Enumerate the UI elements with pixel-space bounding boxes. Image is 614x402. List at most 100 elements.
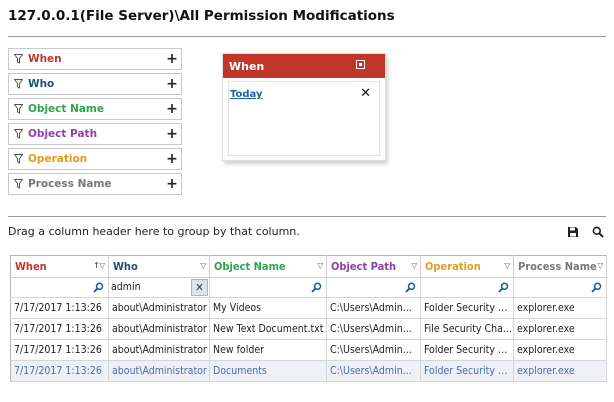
column-label: Operation [425,260,481,273]
cell-operation: Folder Security C... [420,339,514,361]
cell-object-path: C:\Users\Admin... [326,318,421,340]
filter-icon[interactable]: ▽ [200,261,206,270]
cell-when: 7/17/2017 1:13:26 [10,339,109,361]
cell-object-path: C:\Users\Admin... [326,297,421,319]
cell-object-name: New folder [209,339,327,361]
cell-process-name: explorer.exe [513,339,607,361]
filter-label: Process Name [28,178,112,190]
filter-icon[interactable]: ▽ [317,261,323,270]
filter-cell[interactable] [420,277,514,298]
filter-icon[interactable]: ▽ [597,261,603,270]
filter-cell[interactable] [10,277,109,298]
panel-header: When [223,54,385,78]
add-filter-icon[interactable]: + [163,127,181,141]
filter-label: Operation [28,153,88,165]
filter-cell-who[interactable]: admin ✕ [108,277,210,298]
who-filter-value[interactable]: admin [111,281,141,293]
filter-object-path[interactable]: Object Path + [8,123,182,145]
filter-process-name[interactable]: Process Name + [8,173,182,195]
add-filter-icon[interactable]: + [163,152,181,166]
title-divider [8,36,606,37]
column-header-when[interactable]: When ↑▽ [10,255,109,278]
column-label: When [15,260,47,273]
filter-cell[interactable] [513,277,607,298]
search-icon[interactable] [405,282,416,296]
cell-object-path: C:\Users\Admin... [326,360,421,382]
funnel-icon [14,179,23,189]
filter-object-name[interactable]: Object Name + [8,98,182,120]
save-icon[interactable] [567,226,579,241]
events-grid: When ↑▽ Who ▽ Object Name ▽ Object Path ▽ Op… [10,255,607,382]
column-header-object-name[interactable]: Object Name ▽ [209,255,327,278]
section-divider [8,216,606,217]
column-header-process-name[interactable]: Process Name ▽ [513,255,607,278]
cell-object-path: C:\Users\Admin... [326,339,421,361]
cell-object-name: Documents [209,360,327,382]
cell-operation: Folder Security C... [420,297,514,319]
search-icon[interactable] [498,282,509,296]
table-row-selected[interactable]: 7/17/2017 1:13:26 about\Administrator Do… [10,360,607,382]
when-filter-panel: When Today ✕ [222,53,386,161]
table-row[interactable]: 7/17/2017 1:13:26 about\Administrator Ne… [10,339,607,361]
table-row[interactable]: 7/17/2017 1:13:26 about\Administrator Ne… [10,318,607,340]
filter-operation[interactable]: Operation + [8,148,182,170]
clear-filter-icon[interactable]: ✕ [191,279,208,296]
funnel-icon [14,154,23,164]
filter-cell[interactable] [326,277,421,298]
filter-row: admin ✕ [10,277,607,298]
cell-when: 7/17/2017 1:13:26 [10,360,109,382]
panel-title: When [229,59,265,73]
cell-when: 7/17/2017 1:13:26 [10,297,109,319]
column-label: Who [113,260,138,273]
sort-filter-icon[interactable]: ↑▽ [93,261,105,270]
close-icon[interactable]: ✕ [360,86,371,101]
cell-operation: Folder Security C... [420,360,514,382]
add-filter-icon[interactable]: + [163,102,181,116]
cell-process-name: explorer.exe [513,318,607,340]
column-label: Object Name [214,260,286,273]
filter-when[interactable]: When + [8,48,182,70]
cell-operation: File Security Cha... [420,318,514,340]
search-icon[interactable] [591,282,602,296]
cell-process-name: explorer.exe [513,297,607,319]
cell-process-name: explorer.exe [513,360,607,382]
filter-who[interactable]: Who + [8,73,182,95]
filter-label: Object Name [28,103,104,115]
add-filter-icon[interactable]: + [163,177,181,191]
search-icon[interactable] [311,282,322,296]
add-filter-icon[interactable]: + [163,52,181,66]
cell-who: about\Administrator [108,339,210,361]
column-label: Object Path [331,260,397,273]
group-by-hint: Drag a column header here to group by th… [8,225,300,238]
column-header-operation[interactable]: Operation ▽ [420,255,514,278]
filter-label: When [28,53,62,65]
page-title: 127.0.0.1(File Server)\All Permission Mo… [8,8,395,24]
column-header-object-path[interactable]: Object Path ▽ [326,255,421,278]
column-header-who[interactable]: Who ▽ [108,255,210,278]
funnel-icon [14,104,23,114]
filter-icon[interactable]: ▽ [504,261,510,270]
cell-object-name: New Text Document.txt [209,318,327,340]
filter-label: Object Path [28,128,98,140]
filter-value-link[interactable]: Today [230,89,262,100]
cell-who: about\Administrator [108,297,210,319]
column-label: Process Name [518,260,597,273]
table-row[interactable]: 7/17/2017 1:13:26 about\Administrator My… [10,297,607,319]
filter-list: When + Who + Object Name + Object Path +… [8,48,182,198]
funnel-icon [14,79,23,89]
cell-who: about\Administrator [108,318,210,340]
filter-label: Who [28,78,55,90]
panel-menu-icon[interactable] [356,60,365,69]
filter-cell[interactable] [209,277,327,298]
funnel-icon [14,54,23,64]
search-icon[interactable] [592,226,604,241]
search-icon[interactable] [93,282,104,296]
funnel-icon [14,129,23,139]
cell-object-name: My Videos [209,297,327,319]
cell-when: 7/17/2017 1:13:26 [10,318,109,340]
add-filter-icon[interactable]: + [163,77,181,91]
cell-who: about\Administrator [108,360,210,382]
grid-header-row: When ↑▽ Who ▽ Object Name ▽ Object Path ▽ Op… [10,255,607,278]
filter-icon[interactable]: ▽ [411,261,417,270]
panel-body: Today ✕ [228,81,380,156]
